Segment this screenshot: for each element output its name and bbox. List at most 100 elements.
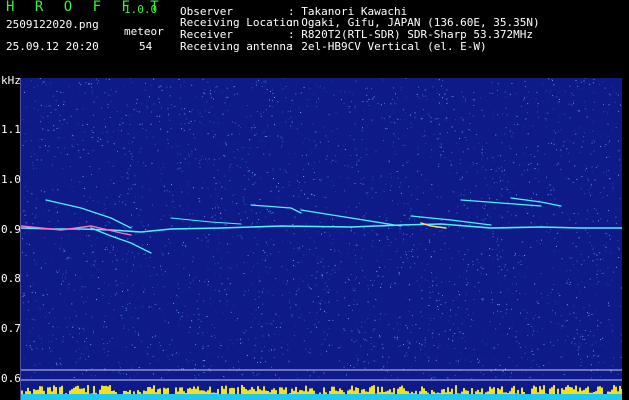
noise-dot [573,100,575,102]
noise-dot [531,326,533,327]
noise-dot [91,136,93,138]
noise-dot [371,119,373,121]
noise-dot [490,169,492,170]
noise-dot [197,308,199,310]
noise-dot [508,123,510,125]
noise-dot [91,274,93,276]
noise-dot [84,92,86,94]
noise-dot [269,135,271,137]
noise-dot [123,147,125,149]
noise-dot [584,78,586,79]
noise-dot [448,173,450,174]
noise-dot [82,139,84,141]
noise-dot [484,358,486,360]
noise-dot [133,109,135,110]
noise-dot [328,344,330,346]
noise-dot [43,137,45,139]
noise-dot [313,371,315,373]
noise-dot [284,169,286,171]
noise-dot [569,283,571,285]
noise-dot [83,301,85,303]
noise-dot [258,79,260,81]
noise-dot [315,318,317,320]
noise-dot [338,250,340,252]
noise-dot [497,236,499,238]
noise-dot [167,108,169,110]
noise-dot [409,266,411,268]
noise-dot [288,299,290,301]
noise-dot [35,300,36,302]
noise-dot [63,136,65,138]
noise-dot [593,82,595,84]
noise-dot [306,248,308,250]
noise-dot [545,230,547,232]
noise-dot [246,116,248,118]
noise-dot [432,376,434,378]
noise-dot [508,357,510,358]
noise-dot [534,223,536,225]
noise-dot [319,179,321,181]
noise-dot [96,308,98,310]
noise-dot [267,334,269,336]
noise-dot [494,332,496,334]
noise-dot [321,178,322,180]
noise-dot [367,194,369,196]
noise-dot [261,313,263,315]
noise-dot [207,81,209,83]
noise-dot [594,139,596,141]
noise-dot [404,135,406,137]
noise-dot [26,344,28,346]
noise-dot [158,348,160,350]
noise-dot [397,377,398,379]
noise-dot [183,81,185,83]
noise-dot [615,298,617,300]
noise-dot [282,282,284,284]
noise-dot [342,145,344,147]
noise-dot [65,270,67,272]
noise-dot [370,342,372,344]
noise-dot [390,283,392,285]
noise-dot [350,230,352,232]
noise-dot [420,349,422,351]
noise-dot [301,92,303,94]
noise-dot [458,307,459,308]
noise-dot [425,143,426,144]
noise-dot [550,241,552,243]
noise-dot [321,233,322,235]
noise-dot [597,165,599,167]
noise-dot [537,348,539,350]
noise-dot [390,122,392,123]
noise-dot [26,120,28,121]
noise-dot [566,139,568,141]
noise-dot [276,327,277,328]
noise-dot [408,284,410,286]
noise-dot [317,216,319,218]
noise-dot [217,262,219,264]
noise-dot [321,343,323,345]
noise-dot [294,277,296,279]
noise-dot [556,245,557,247]
noise-dot [154,303,156,305]
noise-dot [262,250,264,252]
noise-dot [385,128,387,130]
noise-dot [483,234,485,236]
noise-dot [444,119,446,121]
noise-dot [213,164,215,166]
noise-dot [365,148,367,150]
noise-dot [472,312,473,314]
noise-dot [258,291,260,293]
noise-dot [446,102,448,104]
noise-dot [139,151,141,153]
noise-dot [299,308,301,309]
noise-dot [462,96,464,98]
noise-dot [572,340,574,342]
noise-dot [593,247,595,249]
noise-dot [523,255,525,257]
noise-dot [301,155,303,157]
noise-dot [22,296,24,298]
noise-dot [384,227,386,229]
noise-dot [503,224,505,226]
noise-dot [199,160,201,162]
noise-dot [43,81,45,83]
noise-dot [232,367,234,369]
